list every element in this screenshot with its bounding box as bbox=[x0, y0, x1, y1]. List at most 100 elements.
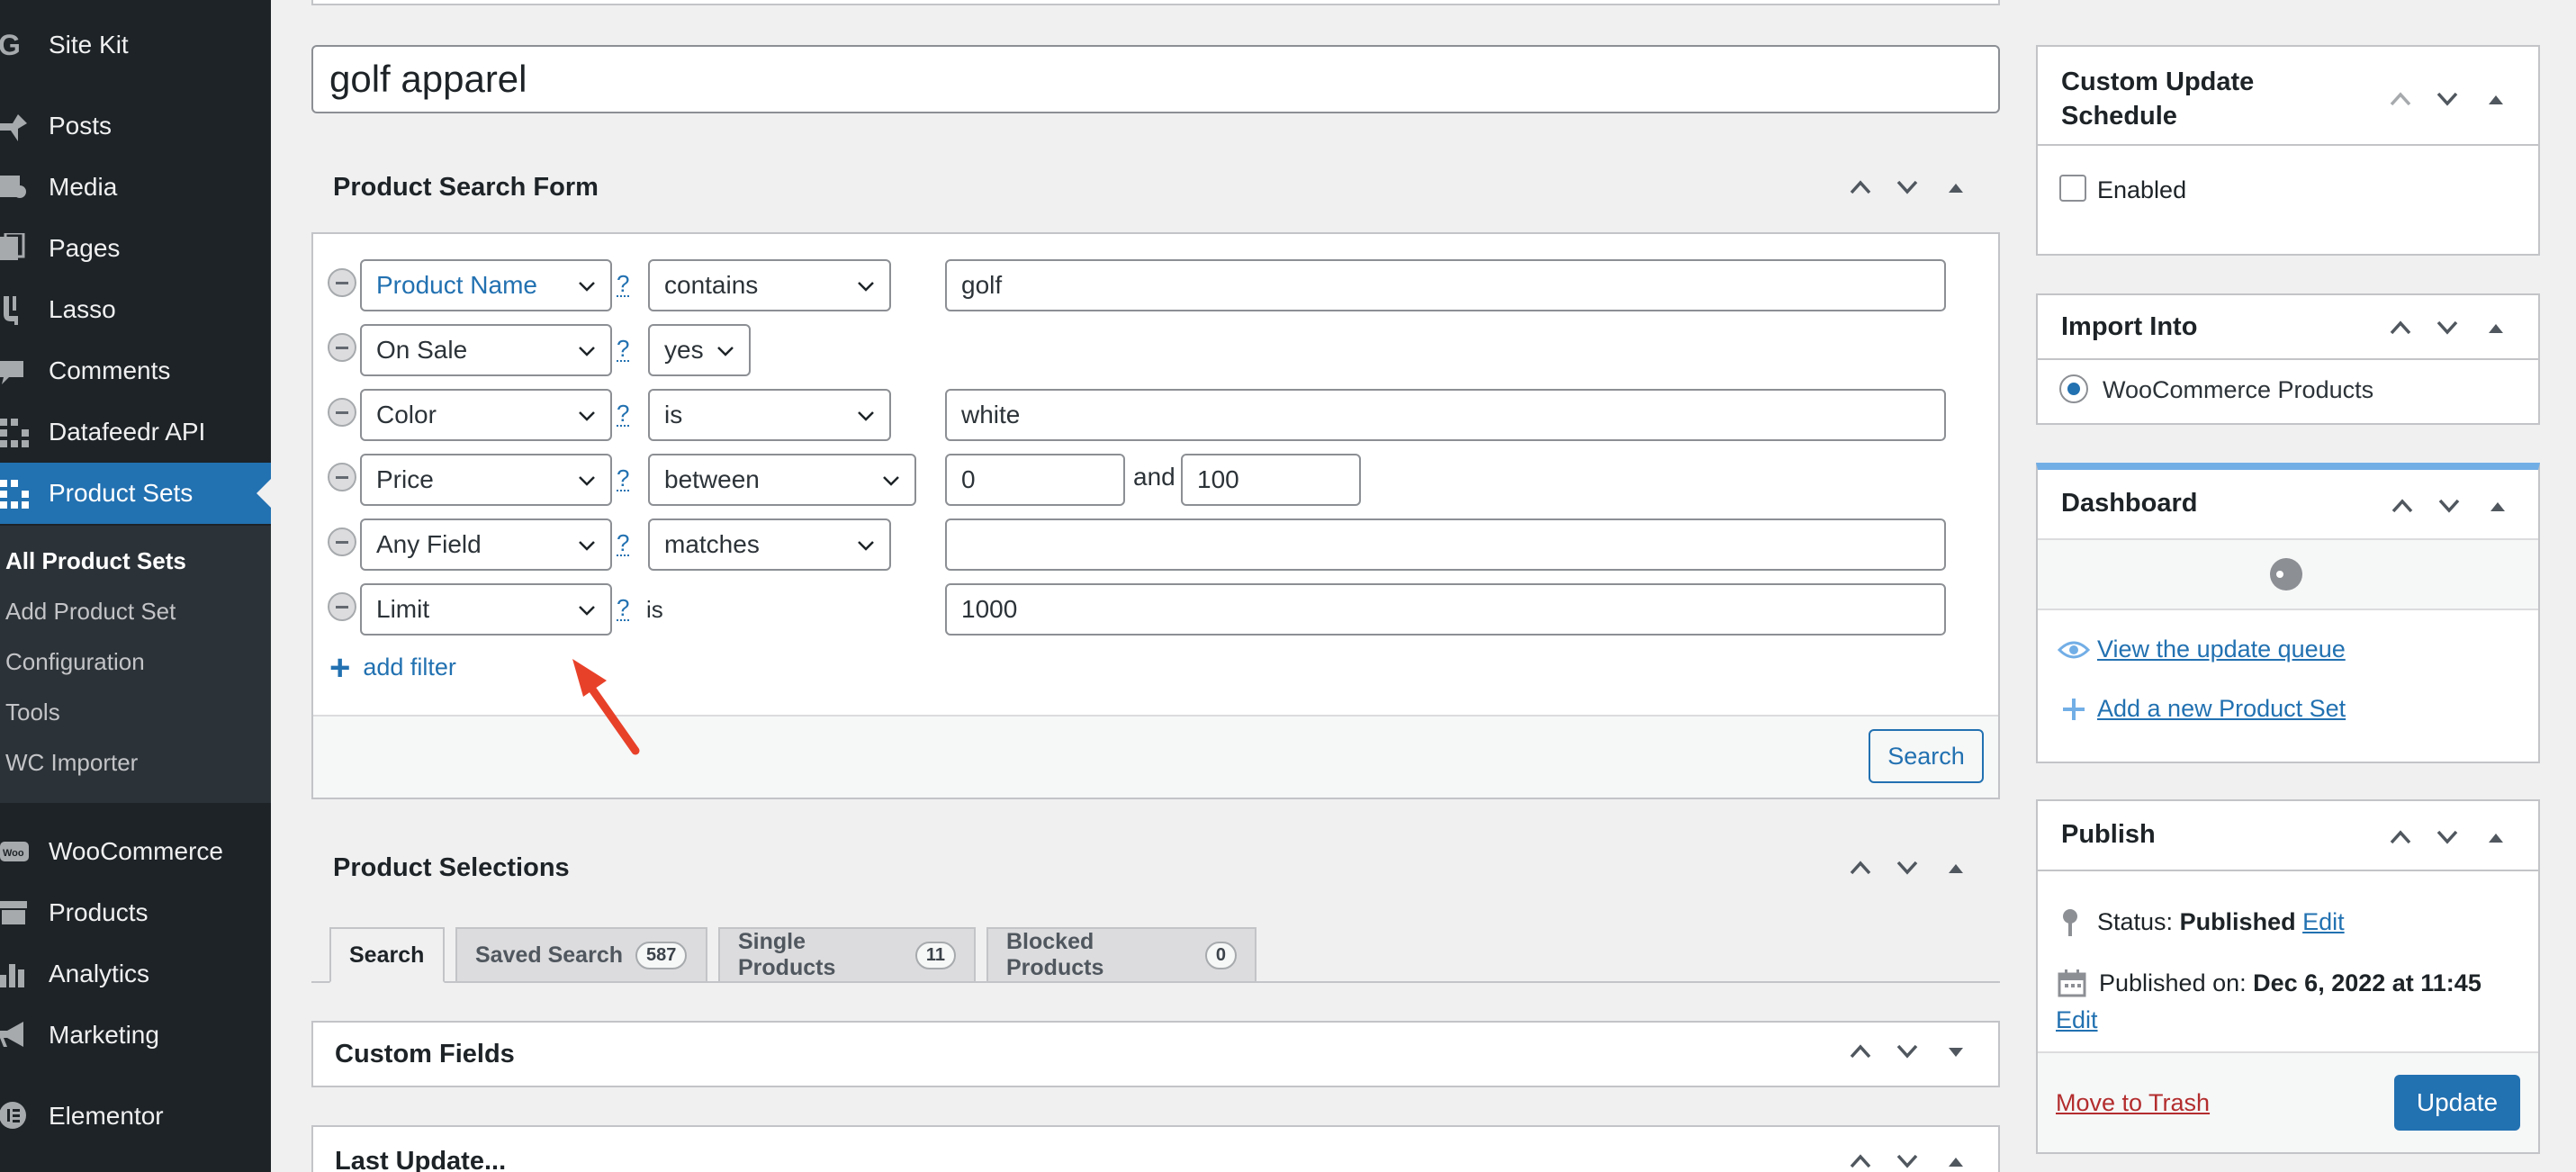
collapse-toggle-icon[interactable] bbox=[1948, 1156, 1964, 1168]
help-icon[interactable]: ? bbox=[617, 531, 630, 556]
collapse-toggle-icon[interactable] bbox=[2488, 94, 2504, 106]
menu-label: Product Sets bbox=[49, 479, 194, 507]
help-icon[interactable]: ? bbox=[617, 596, 630, 621]
add-filter-link[interactable]: + add filter bbox=[329, 650, 456, 686]
add-product-set-link[interactable]: Add a new Product Set bbox=[2061, 695, 2346, 723]
menu-item-marketing[interactable]: Marketing bbox=[0, 1005, 271, 1066]
submenu-tools[interactable]: Tools bbox=[5, 699, 60, 726]
filter-operator-select[interactable]: between bbox=[648, 454, 916, 506]
menu-item-posts[interactable]: Posts bbox=[0, 95, 271, 157]
move-up-icon[interactable] bbox=[1849, 1042, 1872, 1060]
menu-item-products[interactable]: Products bbox=[0, 882, 271, 943]
select-value: matches bbox=[664, 530, 760, 558]
publish-title: Publish bbox=[2061, 820, 2156, 849]
menu-item-lasso[interactable]: Lasso bbox=[0, 279, 271, 340]
move-up-icon[interactable] bbox=[2389, 828, 2412, 846]
update-button[interactable]: Update bbox=[2394, 1075, 2520, 1131]
collapse-toggle-icon[interactable] bbox=[1948, 182, 1964, 194]
menu-label: Pages bbox=[49, 234, 121, 262]
remove-filter-icon[interactable] bbox=[328, 592, 356, 621]
menu-item-analytics[interactable]: Analytics bbox=[0, 943, 271, 1005]
filter-operator-select[interactable]: yes bbox=[648, 324, 751, 376]
selections-title: Product Selections bbox=[333, 852, 570, 882]
menu-item-elementor[interactable]: Elementor bbox=[0, 1086, 271, 1147]
menu-item-woocommerce[interactable]: Woo WooCommerce bbox=[0, 821, 271, 882]
filter-operator-select[interactable]: is bbox=[648, 389, 891, 441]
move-down-icon[interactable] bbox=[1896, 859, 1919, 877]
import-option-label: WooCommerce Products bbox=[2103, 376, 2374, 403]
svg-text:G: G bbox=[0, 30, 21, 60]
divider bbox=[2038, 358, 2538, 360]
menu-label: Comments bbox=[49, 356, 171, 384]
remove-filter-icon[interactable] bbox=[328, 333, 356, 362]
filter-value-input[interactable]: white bbox=[945, 389, 1946, 441]
menu-item-product-sets[interactable]: Product Sets bbox=[0, 463, 271, 524]
help-icon[interactable]: ? bbox=[617, 337, 630, 362]
enabled-label: Enabled bbox=[2097, 176, 2187, 203]
help-icon[interactable]: ? bbox=[617, 466, 630, 491]
move-down-icon[interactable] bbox=[1896, 178, 1919, 196]
collapse-toggle-icon[interactable] bbox=[2490, 500, 2506, 513]
select-value: Limit bbox=[376, 595, 430, 623]
move-up-icon[interactable] bbox=[2389, 90, 2412, 108]
move-down-icon[interactable] bbox=[2437, 497, 2461, 515]
filter-operator-select[interactable]: matches bbox=[648, 518, 891, 571]
filter-field-select[interactable]: Limit bbox=[360, 583, 612, 636]
menu-item-pages[interactable]: Pages bbox=[0, 218, 271, 279]
filter-field-select[interactable]: Product Name bbox=[360, 259, 612, 311]
collapse-toggle-icon[interactable] bbox=[2488, 322, 2504, 335]
move-up-icon[interactable] bbox=[1849, 178, 1872, 196]
filter-field-select[interactable]: On Sale bbox=[360, 324, 612, 376]
tab-single-products[interactable]: Single Products 11 bbox=[718, 927, 976, 983]
move-down-icon[interactable] bbox=[1896, 1042, 1919, 1060]
filter-field-select[interactable]: Any Field bbox=[360, 518, 612, 571]
move-down-icon[interactable] bbox=[2436, 319, 2459, 337]
move-down-icon[interactable] bbox=[1896, 1152, 1919, 1170]
view-queue-link[interactable]: View the update queue bbox=[2058, 636, 2346, 663]
tab-saved-search[interactable]: Saved Search 587 bbox=[455, 927, 707, 983]
move-up-icon[interactable] bbox=[2391, 497, 2414, 515]
submenu-add-product-set[interactable]: Add Product Set bbox=[5, 598, 176, 626]
filter-value-input[interactable]: golf bbox=[945, 259, 1946, 311]
submenu-wc-importer[interactable]: WC Importer bbox=[5, 749, 138, 777]
remove-filter-icon[interactable] bbox=[328, 527, 356, 556]
remove-filter-icon[interactable] bbox=[328, 463, 356, 491]
remove-filter-icon[interactable] bbox=[328, 268, 356, 297]
price-min-input[interactable]: 0 bbox=[945, 454, 1125, 506]
submenu-all-product-sets[interactable]: All Product Sets bbox=[5, 547, 186, 575]
price-max-input[interactable]: 100 bbox=[1181, 454, 1361, 506]
limit-value-input[interactable]: 1000 bbox=[945, 583, 1946, 636]
collapse-toggle-icon[interactable] bbox=[2488, 832, 2504, 844]
move-down-icon[interactable] bbox=[2436, 828, 2459, 846]
title-field[interactable]: golf apparel bbox=[311, 45, 2000, 113]
help-icon[interactable]: ? bbox=[617, 401, 630, 427]
filter-value-input[interactable] bbox=[945, 518, 1946, 571]
menu-item-media[interactable]: Media bbox=[0, 157, 271, 218]
menu-item-comments[interactable]: Comments bbox=[0, 340, 271, 401]
tab-search[interactable]: Search bbox=[329, 927, 445, 983]
tab-label: Blocked Products bbox=[1006, 929, 1104, 980]
filter-operator-select[interactable]: contains bbox=[648, 259, 891, 311]
edit-date-link[interactable]: Edit bbox=[2056, 1006, 2098, 1034]
enabled-checkbox[interactable] bbox=[2059, 175, 2086, 202]
help-icon[interactable]: ? bbox=[617, 272, 630, 297]
expand-toggle-icon[interactable] bbox=[1948, 1046, 1964, 1059]
filter-field-select[interactable]: Color bbox=[360, 389, 612, 441]
archive-icon bbox=[0, 882, 49, 943]
submenu-configuration[interactable]: Configuration bbox=[5, 648, 145, 676]
edit-status-link[interactable]: Edit bbox=[2302, 908, 2345, 936]
woocommerce-radio[interactable] bbox=[2059, 374, 2088, 403]
collapse-toggle-icon[interactable] bbox=[1948, 862, 1964, 875]
search-button[interactable]: Search bbox=[1869, 729, 1984, 783]
move-up-icon[interactable] bbox=[2389, 319, 2412, 337]
move-up-icon[interactable] bbox=[1849, 1152, 1872, 1170]
menu-item-datafeedr-api[interactable]: Datafeedr API bbox=[0, 401, 271, 463]
move-up-icon[interactable] bbox=[1849, 859, 1872, 877]
move-down-icon[interactable] bbox=[2436, 90, 2459, 108]
woo-icon: Woo bbox=[0, 821, 49, 882]
move-to-trash-link[interactable]: Move to Trash bbox=[2056, 1089, 2210, 1117]
remove-filter-icon[interactable] bbox=[328, 398, 356, 427]
filter-field-select[interactable]: Price bbox=[360, 454, 612, 506]
menu-item-site-kit[interactable]: G Site Kit bbox=[0, 14, 271, 76]
tab-blocked-products[interactable]: Blocked Products 0 bbox=[986, 927, 1256, 983]
